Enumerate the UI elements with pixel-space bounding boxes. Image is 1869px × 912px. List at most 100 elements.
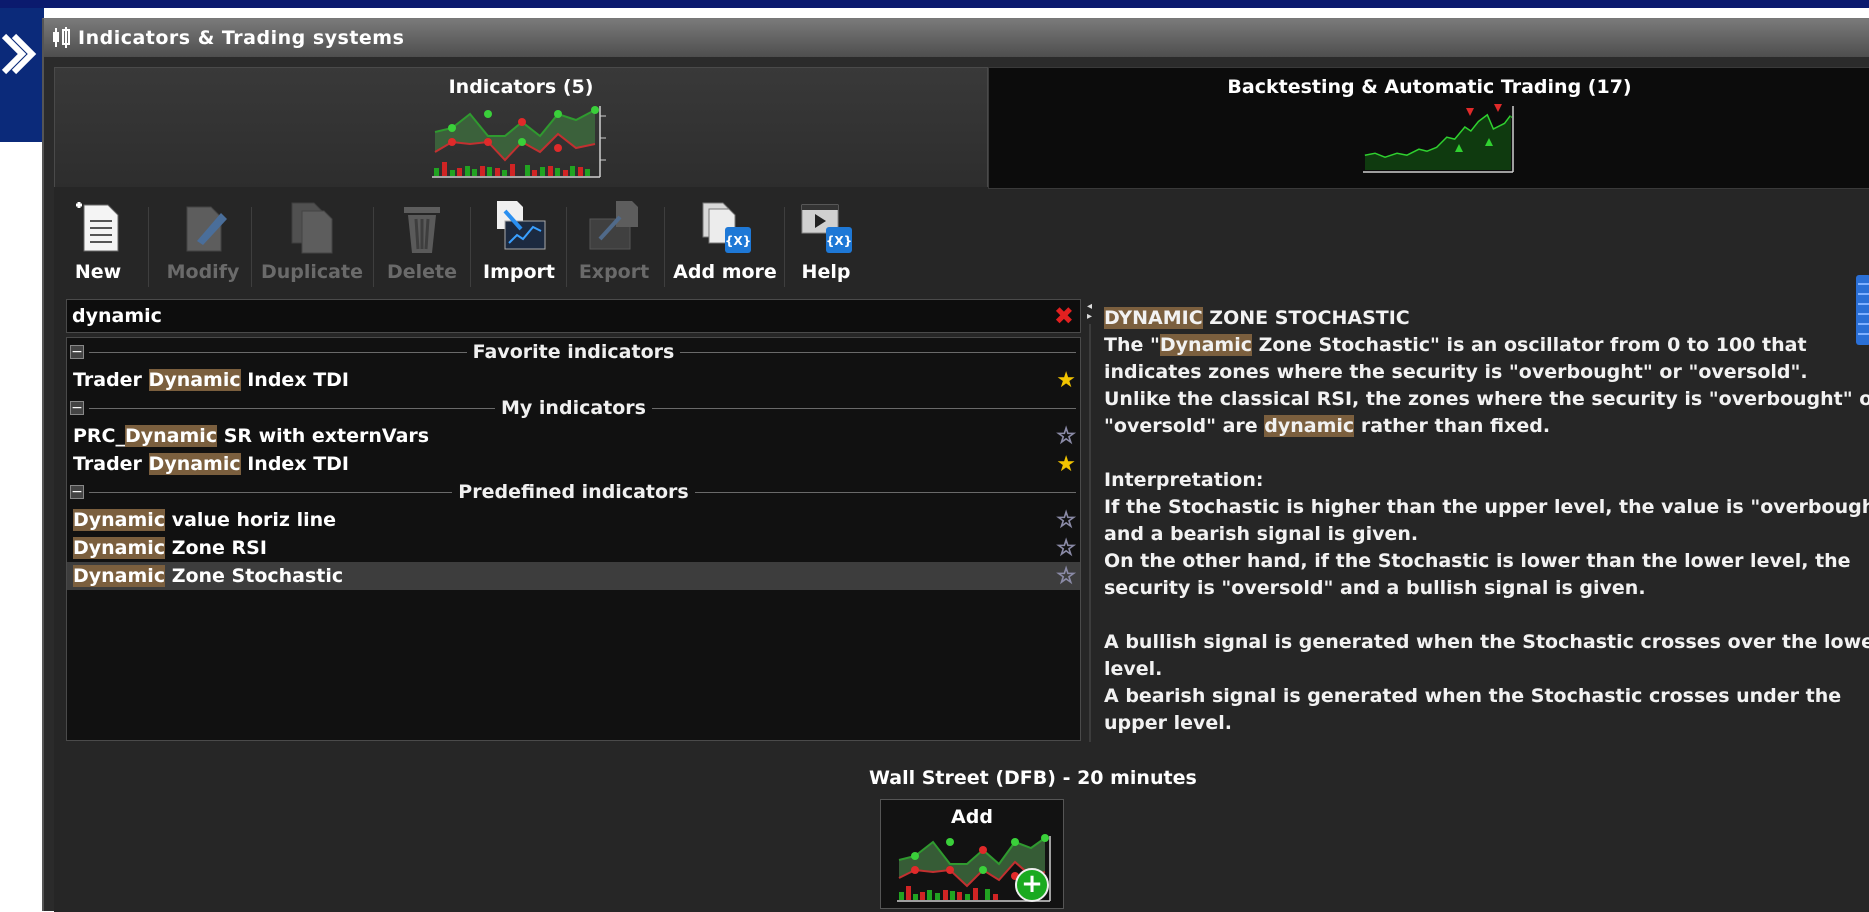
toolbar-separator xyxy=(470,207,471,287)
duplicate-icon xyxy=(291,202,333,254)
description-line: Unlike the classical RSI, the zones wher… xyxy=(1104,388,1869,410)
description-line: security is "oversold" and a bullish sig… xyxy=(1104,577,1646,599)
group-title: My indicators xyxy=(495,397,652,419)
toolbar-separator xyxy=(251,207,252,287)
help-video-icon: {X} xyxy=(801,204,852,253)
new-document-icon xyxy=(76,202,119,252)
list-item-selected[interactable]: Dynamic Zone Stochastic ☆ xyxy=(67,562,1080,590)
item-text-suffix: value horiz line xyxy=(165,509,337,531)
group-favorite-indicators: − Favorite indicators xyxy=(67,340,1080,366)
group-predefined-indicators: − Predefined indicators xyxy=(67,480,1080,506)
svg-text:{X}: {X} xyxy=(725,234,751,248)
search-highlight: Dynamic xyxy=(148,453,241,475)
favorite-star-icon[interactable]: ★ xyxy=(1056,368,1076,393)
item-text-prefix: Trader xyxy=(73,453,149,475)
tab-backtesting-label: Backtesting & Automatic Trading (17) xyxy=(1227,76,1632,98)
indicator-description: DYNAMIC ZONE STOCHASTIC The "Dynamic Zon… xyxy=(1104,305,1869,737)
description-line: If the Stochastic is higher than the upp… xyxy=(1104,496,1869,518)
item-text-suffix: Zone RSI xyxy=(165,537,267,559)
favorite-star-icon[interactable]: ☆ xyxy=(1056,536,1077,562)
toolbar-separator xyxy=(664,207,665,287)
description-line: indicates zones where the security is "o… xyxy=(1104,361,1808,383)
toolbar-separator xyxy=(148,207,149,287)
tab-indicators[interactable]: Indicators (5) xyxy=(54,67,988,187)
add-label: Add xyxy=(951,806,993,828)
import-button[interactable]: Import xyxy=(474,199,564,291)
description-line: Interpretation: xyxy=(1104,469,1264,491)
add-more-button[interactable]: {X} Add more xyxy=(666,199,784,291)
list-item[interactable]: Dynamic value horiz line ☆ xyxy=(67,506,1080,534)
description-line: upper level. xyxy=(1104,712,1232,734)
export-label: Export xyxy=(578,261,650,283)
clear-search-icon[interactable]: ✖ xyxy=(1054,302,1074,330)
trash-icon xyxy=(404,207,440,253)
list-item[interactable]: Dynamic Zone RSI ☆ xyxy=(67,534,1080,562)
list-item[interactable]: Trader Dynamic Index TDI ★ xyxy=(67,366,1080,394)
search-box: dynamic ✖ xyxy=(66,299,1081,333)
import-label: Import xyxy=(483,261,555,283)
import-icon xyxy=(497,201,546,250)
description-line: A bearish signal is generated when the S… xyxy=(1104,685,1842,707)
description-line: level. xyxy=(1104,658,1163,680)
tab-backtesting[interactable]: Backtesting & Automatic Trading (17) xyxy=(988,67,1869,189)
favorite-star-icon[interactable]: ★ xyxy=(1056,452,1076,477)
window-content: Indicators (5) Backtesting & Automatic T… xyxy=(54,67,1869,912)
description-line: and a bearish signal is given. xyxy=(1104,523,1419,545)
window-title: Indicators & Trading systems xyxy=(78,27,405,49)
help-button[interactable]: {X} Help xyxy=(788,199,864,291)
new-button[interactable]: New xyxy=(66,199,130,291)
duplicate-button[interactable]: Duplicate xyxy=(256,199,368,291)
export-button[interactable]: Export xyxy=(568,199,660,291)
candlestick-icon xyxy=(53,27,70,48)
description-line: The "Dynamic Zone Stochastic" is an osci… xyxy=(1104,334,1807,356)
description-line: On the other hand, if the Stochastic is … xyxy=(1104,550,1851,572)
toolbar-separator xyxy=(784,207,785,287)
help-label: Help xyxy=(801,261,851,283)
indicators-window: Indicators & Trading systems Indicators … xyxy=(42,18,1869,912)
collapse-arrow-icon[interactable]: ◂ ▸ xyxy=(1087,302,1092,322)
list-item[interactable]: Trader Dynamic Index TDI ★ xyxy=(67,450,1080,478)
item-text-suffix: Index TDI xyxy=(240,453,349,475)
item-text-suffix: Zone Stochastic xyxy=(165,565,344,587)
search-highlight: Dynamic xyxy=(148,369,241,391)
search-highlight: Dynamic xyxy=(73,509,166,531)
delete-label: Delete xyxy=(386,261,458,283)
toolbar-separator xyxy=(566,207,567,287)
item-text-prefix: Trader xyxy=(73,369,149,391)
add-more-label: Add more xyxy=(673,261,777,283)
search-highlight: Dynamic xyxy=(73,565,166,587)
toolbar-separator xyxy=(373,207,374,287)
add-plus-icon: + xyxy=(1015,868,1049,902)
app-logo xyxy=(0,8,44,142)
duplicate-label: Duplicate xyxy=(261,261,363,283)
modify-button[interactable]: Modify xyxy=(156,199,250,291)
instrument-name: Wall Street (DFB) - 20 minutes xyxy=(869,767,1197,789)
favorite-star-icon[interactable]: ☆ xyxy=(1056,424,1077,450)
description-line: A bullish signal is generated when the S… xyxy=(1104,631,1869,653)
search-highlight: Dynamic xyxy=(73,537,166,559)
item-text-suffix: Index TDI xyxy=(240,369,349,391)
indicator-chart-icon xyxy=(432,106,606,178)
add-more-icon: {X} xyxy=(702,202,751,253)
delete-button[interactable]: Delete xyxy=(378,199,466,291)
tab-indicators-label: Indicators (5) xyxy=(448,76,594,98)
group-title: Favorite indicators xyxy=(466,341,681,363)
favorite-star-icon[interactable]: ☆ xyxy=(1056,508,1077,534)
export-icon xyxy=(589,201,638,250)
new-label: New xyxy=(74,261,122,283)
backtest-chart-icon xyxy=(1363,104,1514,173)
group-my-indicators: − My indicators xyxy=(67,396,1080,422)
panel-splitter[interactable]: ◂ ▸ xyxy=(1087,302,1093,742)
item-text-suffix: SR with externVars xyxy=(217,425,430,447)
item-text-prefix: PRC_ xyxy=(73,425,125,447)
desktop-top-bar xyxy=(0,0,1869,8)
description-line: "oversold" are dynamic rather than fixed… xyxy=(1104,415,1551,437)
modify-label: Modify xyxy=(166,261,240,283)
search-input[interactable]: dynamic xyxy=(72,305,162,327)
favorite-star-icon[interactable]: ☆ xyxy=(1056,564,1077,590)
description-title: DYNAMIC ZONE STOCHASTIC xyxy=(1104,307,1410,329)
search-highlight: Dynamic xyxy=(125,425,218,447)
list-item[interactable]: PRC_Dynamic SR with externVars ☆ xyxy=(67,422,1080,450)
add-button[interactable]: Add + xyxy=(880,799,1064,909)
window-titlebar[interactable]: Indicators & Trading systems xyxy=(44,19,1869,57)
